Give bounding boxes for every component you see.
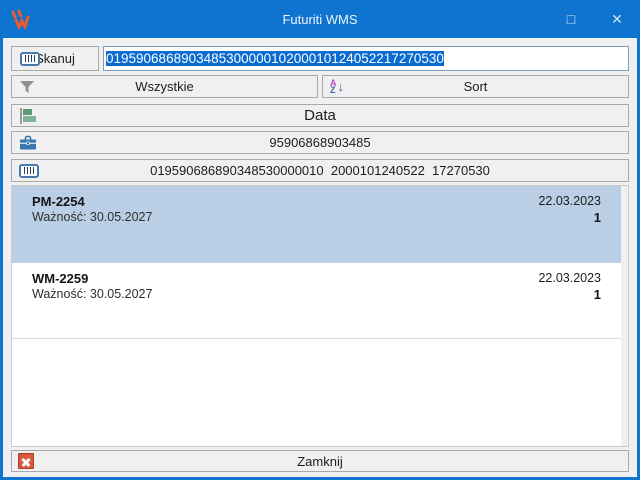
- barcode-icon: [19, 164, 39, 178]
- scan-input-value: 0195906868903485300000102000101240522172…: [106, 51, 444, 66]
- barcode-icon: [20, 52, 40, 66]
- item-date: 22.03.2023: [538, 194, 601, 209]
- list-item[interactable]: WM-2259 Ważność: 30.05.2027 22.03.2023 1: [12, 263, 621, 339]
- results-list: PM-2254 Ważność: 30.05.2027 22.03.2023 1…: [11, 185, 629, 447]
- list-item[interactable]: PM-2254 Ważność: 30.05.2027 22.03.2023 1: [12, 186, 621, 263]
- data-button-label: Data: [304, 107, 336, 124]
- item-quantity: 1: [538, 210, 601, 225]
- gtin-button[interactable]: 95906868903485: [11, 131, 629, 154]
- sort-az-icon: A Z ↓: [330, 80, 344, 94]
- item-code: WM-2259: [32, 271, 538, 286]
- sort-button-label: Sort: [464, 79, 488, 94]
- scan-button-label: Skanuj: [35, 51, 75, 66]
- item-validity: Ważność: 30.05.2027: [32, 210, 538, 225]
- close-button[interactable]: Zamknij: [11, 450, 629, 472]
- item-validity: Ważność: 30.05.2027: [32, 287, 538, 302]
- filter-sort-row: Wszystkie A Z ↓ Sort: [11, 75, 629, 98]
- filter-button[interactable]: Wszystkie: [11, 75, 318, 98]
- item-date: 22.03.2023: [538, 271, 601, 286]
- scan-button[interactable]: Skanuj: [11, 46, 99, 71]
- filter-button-label: Wszystkie: [135, 79, 194, 94]
- item-quantity: 1: [538, 287, 601, 302]
- data-button[interactable]: Data: [11, 104, 629, 127]
- item-code: PM-2254: [32, 194, 538, 209]
- gtin-value: 95906868903485: [269, 135, 370, 150]
- titlebar: Futuriti WMS □ ✕: [0, 0, 640, 38]
- client-area: Skanuj 019590686890348530000010200010124…: [3, 38, 637, 477]
- barcode-segments-value: 019590686890348530000010 2000101240522 1…: [150, 163, 490, 178]
- filter-funnel-icon: [19, 80, 35, 94]
- results-list-body: PM-2254 Ważność: 30.05.2027 22.03.2023 1…: [12, 186, 621, 446]
- scan-row: Skanuj 019590686890348530000010200010124…: [11, 46, 629, 71]
- barcode-segments-button[interactable]: 019590686890348530000010 2000101240522 1…: [11, 159, 629, 182]
- briefcase-icon: [19, 135, 37, 150]
- sort-button[interactable]: A Z ↓ Sort: [322, 75, 629, 98]
- bar-chart-icon: [19, 108, 37, 124]
- app-window: Futuriti WMS □ ✕ Skanuj 0195906868903485…: [0, 0, 640, 480]
- close-button-label: Zamknij: [297, 454, 343, 469]
- scan-input[interactable]: 0195906868903485300000102000101240522172…: [103, 46, 629, 71]
- close-x-icon: [18, 453, 34, 469]
- window-title: Futuriti WMS: [0, 12, 640, 27]
